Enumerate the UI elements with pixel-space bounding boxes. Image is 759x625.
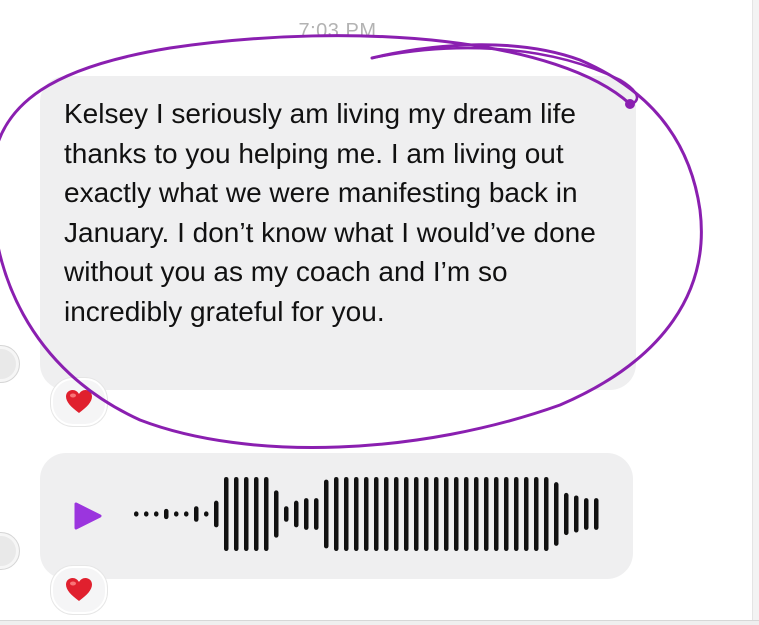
waveform-bar: [144, 511, 149, 517]
waveform-bar: [574, 495, 579, 533]
waveform-bar: [594, 498, 599, 530]
waveform-bar: [184, 511, 189, 517]
waveform-bar: [474, 477, 479, 551]
waveform-bar: [214, 500, 219, 528]
waveform-bar: [134, 511, 139, 517]
waveform-bar: [414, 477, 419, 551]
waveform-bar: [274, 490, 279, 538]
play-icon: [74, 502, 102, 530]
waveform-bar: [154, 511, 159, 517]
waveform-bar: [384, 477, 389, 551]
waveform-bar: [194, 506, 199, 522]
waveform-bar: [174, 511, 179, 517]
waveform-bar: [504, 477, 509, 551]
waveform-bar: [264, 477, 269, 551]
message-text: Kelsey I seriously am living my dream li…: [64, 98, 596, 327]
waveform-bar: [464, 477, 469, 551]
waveform-bar: [314, 498, 319, 530]
heart-icon: [66, 390, 92, 413]
waveform-bar: [294, 500, 299, 528]
waveform-bar: [434, 477, 439, 551]
waveform-bar: [394, 477, 399, 551]
waveform-bar: [164, 508, 169, 520]
waveform-bar: [534, 477, 539, 551]
waveform-bar: [514, 477, 519, 551]
waveform-bar: [334, 477, 339, 551]
waveform-bar: [254, 477, 259, 551]
waveform-bar: [524, 477, 529, 551]
waveform-bar: [454, 477, 459, 551]
waveform-bar: [204, 511, 209, 517]
waveform-bar: [444, 477, 449, 551]
waveform-bar: [364, 477, 369, 551]
waveform-bar: [424, 477, 429, 551]
play-button[interactable]: [62, 494, 106, 538]
waveform-bar: [404, 477, 409, 551]
waveform-bar: [564, 492, 569, 536]
waveform-bar: [284, 506, 289, 522]
waveform-bar: [324, 479, 329, 549]
waveform-bar: [494, 477, 499, 551]
sender-avatar[interactable]: [0, 345, 20, 383]
waveform-bar: [544, 477, 549, 551]
waveform-bar: [584, 498, 589, 530]
waveform-bar: [224, 477, 229, 551]
voice-waveform[interactable]: [132, 470, 607, 558]
sender-avatar[interactable]: [0, 532, 20, 570]
waveform-bar: [554, 482, 559, 546]
timestamp: 7:03 PM: [298, 20, 377, 42]
right-panel-edge: [752, 0, 759, 620]
waveform-bar: [344, 477, 349, 551]
waveform-bar: [354, 477, 359, 551]
waveform-bar: [244, 477, 249, 551]
waveform-bar: [304, 498, 309, 530]
waveform-bar: [374, 477, 379, 551]
waveform-bar: [234, 477, 239, 551]
reaction-badge[interactable]: [51, 378, 107, 426]
heart-icon: [66, 578, 92, 601]
waveform-bar: [484, 477, 489, 551]
reaction-badge[interactable]: [51, 566, 107, 614]
bottom-divider: [0, 620, 759, 625]
